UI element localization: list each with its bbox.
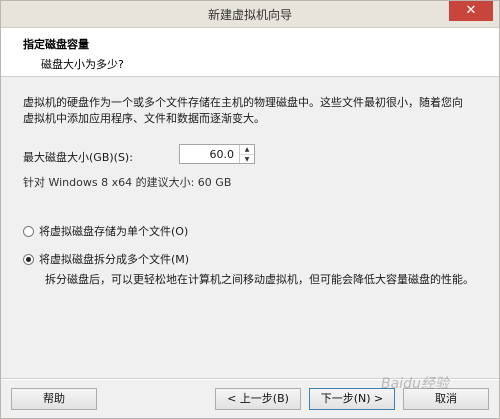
multiple-files-radio[interactable] (23, 253, 34, 265)
page-subtitle: 磁盘大小为多少? (41, 58, 124, 71)
spin-up-arrow-icon[interactable]: ▲ (240, 145, 254, 155)
multiple-files-option[interactable]: 将虚拟磁盘拆分成多个文件(M) (23, 251, 189, 267)
single-file-radio[interactable] (23, 225, 34, 237)
single-file-option[interactable]: 将虚拟磁盘存储为单个文件(O) (23, 223, 188, 239)
wizard-window: 新建虚拟机向导 ✕ 指定磁盘容量 磁盘大小为多少? 虚拟机的硬盘作为一个或多个文… (0, 0, 500, 419)
close-button[interactable]: ✕ (449, 1, 493, 21)
window-title: 新建虚拟机向导 (207, 8, 292, 22)
back-button[interactable]: < 上一步(B) (215, 388, 301, 410)
disk-size-spinbox[interactable]: 60.0 ▲ ▼ (179, 144, 255, 164)
spin-down-arrow-icon[interactable]: ▼ (240, 155, 254, 164)
split-description: 拆分磁盘后，可以更轻松地在计算机之间移动虚拟机，但可能会降低大容量磁盘的性能。 (45, 273, 474, 286)
title-bar[interactable]: 新建虚拟机向导 ✕ (1, 1, 499, 28)
multiple-files-label[interactable]: 将虚拟磁盘拆分成多个文件(M) (39, 251, 189, 267)
disk-size-value[interactable]: 60.0 (210, 148, 235, 161)
spin-buttons: ▲ ▼ (239, 145, 254, 163)
wizard-header: 指定磁盘容量 磁盘大小为多少? (1, 28, 499, 77)
disk-size-label: 最大磁盘大小(GB)(S): (23, 151, 133, 164)
recommended-size-text: 针对 Windows 8 x64 的建议大小: 60 GB (23, 176, 232, 189)
single-file-label[interactable]: 将虚拟磁盘存储为单个文件(O) (39, 223, 188, 239)
help-button[interactable]: 帮助 (11, 388, 97, 410)
watermark: Baidu经验 (381, 376, 449, 392)
disk-description: 虚拟机的硬盘作为一个或多个文件存储在主机的物理磁盘中。这些文件最初很小，随着您向… (23, 96, 463, 125)
page-title: 指定磁盘容量 (23, 38, 89, 51)
